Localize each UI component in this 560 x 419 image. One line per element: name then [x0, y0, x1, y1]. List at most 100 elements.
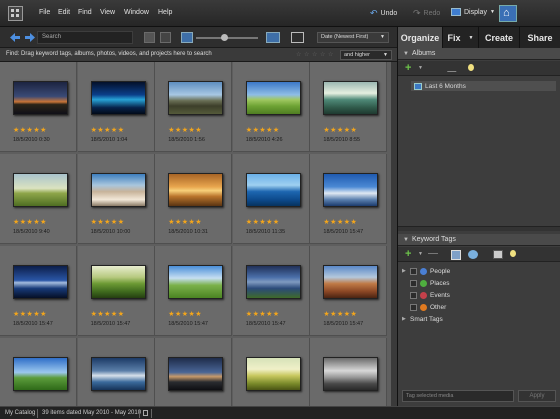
photo-thumbnail-cell[interactable]: ★★★★★ 18/5/2010 10:00 — [77, 154, 155, 244]
view-stack-icon[interactable] — [160, 32, 171, 43]
photo-thumbnail[interactable] — [90, 265, 146, 299]
view-grid-icon[interactable] — [144, 32, 155, 43]
panel-splitter[interactable] — [398, 226, 560, 231]
globe-icon[interactable] — [468, 250, 478, 259]
photo-thumbnail[interactable] — [323, 173, 379, 207]
tag-checkbox[interactable] — [410, 267, 417, 275]
rating-star-icon[interactable]: ☆ — [328, 51, 333, 58]
photo-thumbnail-cell[interactable]: ★★★★★ 18/5/2010 10:31 — [155, 154, 233, 244]
menu-window[interactable]: Window — [124, 9, 149, 16]
photo-thumbnail[interactable] — [323, 357, 379, 391]
photo-thumbnail[interactable] — [90, 357, 146, 391]
photo-thumbnail[interactable] — [90, 173, 146, 207]
catalog-name[interactable]: My Catalog — [5, 410, 35, 416]
edit-tag-icon[interactable] — [428, 253, 438, 254]
star-rating[interactable]: ★★★★★ — [323, 219, 357, 227]
trash-icon[interactable] — [143, 410, 148, 416]
photo-thumbnail[interactable] — [13, 265, 68, 299]
star-rating[interactable]: ★★★★★ — [323, 127, 357, 135]
home-button[interactable]: ⌂ — [499, 5, 517, 22]
zoom-slider-knob[interactable] — [220, 34, 228, 41]
full-screen-icon[interactable] — [291, 32, 304, 43]
redo-button[interactable]: ↷ Redo — [413, 8, 440, 19]
keyword-tag-item[interactable]: Events — [402, 290, 450, 300]
thumb-large-icon[interactable] — [266, 32, 280, 43]
photo-thumbnail[interactable] — [90, 81, 146, 115]
add-tag-icon[interactable]: + — [405, 248, 411, 260]
photo-thumbnail-cell[interactable]: ★★★★★ 18/5/2010 15:47 — [155, 246, 233, 336]
keyword-tag-item[interactable]: Places — [402, 278, 450, 288]
rating-star-icon[interactable]: ☆ — [304, 51, 309, 58]
star-rating[interactable]: ★★★★★ — [91, 127, 125, 135]
tab-share[interactable]: Share — [519, 27, 560, 48]
lightbulb-icon[interactable] — [468, 64, 474, 71]
search-input[interactable]: Search — [37, 31, 133, 44]
rating-star-icon[interactable]: ☆ — [320, 51, 325, 58]
photo-thumbnail-cell[interactable]: ★★★★★ 18/5/2010 15:47 — [232, 246, 310, 336]
star-rating[interactable]: ★★★★★ — [168, 311, 202, 319]
photo-thumbnail-cell[interactable] — [310, 338, 388, 406]
menu-edit[interactable]: Edit — [58, 9, 70, 16]
photo-thumbnail[interactable] — [245, 265, 301, 299]
photo-thumbnail[interactable] — [13, 357, 68, 391]
keyword-tag-item[interactable]: ▶ People — [402, 266, 450, 276]
star-rating[interactable]: ★★★★★ — [168, 219, 202, 227]
photo-thumbnail-cell[interactable]: ★★★★★ 18/5/2010 15:47 — [0, 246, 77, 336]
sort-order-select[interactable]: Date (Newest First) ▼ — [317, 32, 389, 43]
photo-thumbnail-cell[interactable]: ★★★★★ 18/5/2010 9:40 — [0, 154, 77, 244]
photo-thumbnail[interactable] — [13, 81, 68, 115]
keyword-tags-header[interactable]: ▼ Keyword Tags — [398, 234, 560, 246]
album-item[interactable]: Last 6 Months — [411, 81, 556, 91]
star-rating[interactable]: ★★★★★ — [13, 219, 47, 227]
find-bar[interactable]: Find: Drag keyword tags, albums, photos,… — [0, 48, 397, 62]
photo-thumbnail[interactable] — [13, 173, 68, 207]
photo-thumbnail-cell[interactable] — [155, 338, 233, 406]
menu-help[interactable]: Help — [158, 9, 172, 16]
menu-view[interactable]: View — [100, 9, 115, 16]
apply-button[interactable]: Apply — [518, 390, 556, 402]
photo-thumbnail[interactable] — [245, 81, 301, 115]
photo-thumbnail-cell[interactable]: ★★★★★ 18/5/2010 11:35 — [232, 154, 310, 244]
tag-cloud-icon[interactable] — [451, 250, 461, 260]
star-rating[interactable]: ★★★★★ — [13, 311, 47, 319]
forward-arrow-icon[interactable] — [24, 32, 36, 43]
display-button[interactable]: Display ▼ — [451, 8, 495, 16]
photo-thumbnail-cell[interactable]: ★★★★★ 18/5/2010 0:30 — [0, 62, 77, 152]
photo-thumbnail-cell[interactable] — [232, 338, 310, 406]
photo-thumbnail[interactable] — [168, 81, 224, 115]
star-rating[interactable]: ★★★★★ — [323, 311, 357, 319]
photo-thumbnail[interactable] — [168, 173, 224, 207]
menu-file[interactable]: File — [39, 9, 50, 16]
rating-star-icon[interactable]: ☆ — [296, 51, 301, 58]
lightbulb-icon[interactable] — [510, 250, 516, 257]
star-rating[interactable]: ★★★★★ — [91, 311, 125, 319]
star-rating[interactable]: ★★★★★ — [13, 127, 47, 135]
thumb-small-icon[interactable] — [181, 32, 193, 43]
star-rating[interactable]: ★★★★★ — [246, 127, 280, 135]
photo-thumbnail-cell[interactable]: ★★★★★ 18/5/2010 15:47 — [77, 246, 155, 336]
tag-selected-media-input[interactable]: Tag selected media — [402, 390, 514, 402]
photo-thumbnail[interactable] — [245, 173, 301, 207]
photo-thumbnail-cell[interactable] — [77, 338, 155, 406]
undo-button[interactable]: ↶ Undo — [370, 8, 397, 19]
tag-checkbox[interactable] — [410, 291, 417, 299]
edit-album-icon[interactable] — [446, 65, 461, 72]
photo-thumbnail-cell[interactable]: ★★★★★ 18/5/2010 1:56 — [155, 62, 233, 152]
photo-thumbnail-cell[interactable]: ★★★★★ 18/5/2010 8:55 — [310, 62, 388, 152]
photo-thumbnail-cell[interactable]: ★★★★★ 18/5/2010 15:47 — [310, 246, 388, 336]
star-rating[interactable]: ★★★★★ — [246, 311, 280, 319]
photo-thumbnail[interactable] — [168, 265, 224, 299]
photo-thumbnail[interactable] — [168, 357, 224, 391]
keyword-tag-item[interactable]: Other — [402, 302, 446, 312]
rating-star-icon[interactable]: ☆ — [312, 51, 317, 58]
tag-checkbox[interactable] — [410, 279, 417, 287]
star-rating[interactable]: ★★★★★ — [168, 127, 202, 135]
photo-thumbnail-cell[interactable]: ★★★★★ 18/5/2010 4:26 — [232, 62, 310, 152]
rating-filter-select[interactable]: and higher ▼ — [340, 50, 392, 60]
tab-organize[interactable]: Organize — [397, 27, 442, 48]
zoom-slider[interactable] — [196, 34, 258, 41]
photo-thumbnail-cell[interactable]: ★★★★★ 18/5/2010 15:47 — [310, 154, 388, 244]
star-rating[interactable]: ★★★★★ — [246, 219, 280, 227]
photo-thumbnail-cell[interactable]: ★★★★★ 18/5/2010 1:04 — [77, 62, 155, 152]
albums-header[interactable]: ▼ Albums — [398, 48, 560, 60]
